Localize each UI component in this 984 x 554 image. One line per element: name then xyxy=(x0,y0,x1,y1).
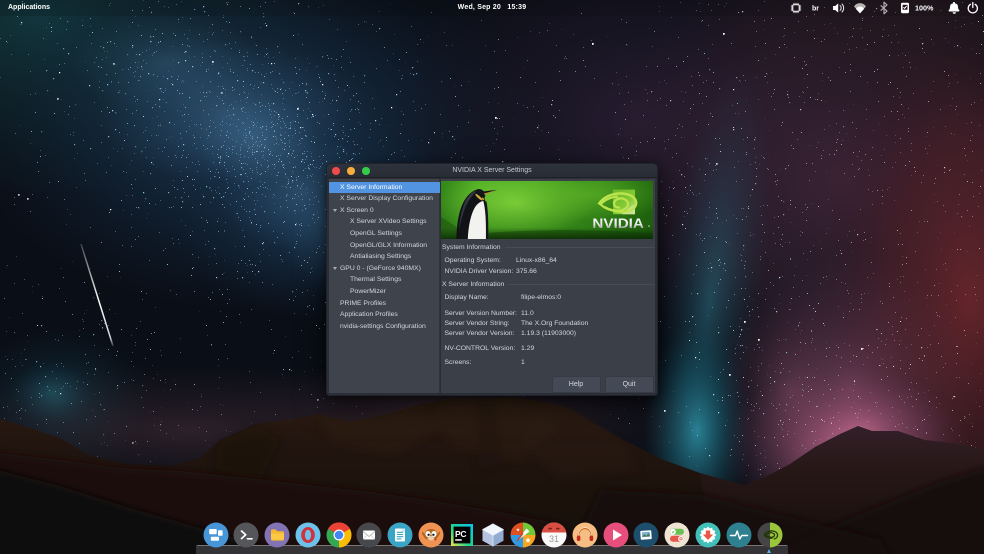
svg-text:100%: 100% xyxy=(915,4,934,13)
svg-text:br: br xyxy=(812,6,819,13)
svg-text:NVIDIA: NVIDIA xyxy=(592,217,644,232)
svg-text:PC: PC xyxy=(455,529,466,539)
svg-text:31: 31 xyxy=(549,534,559,544)
